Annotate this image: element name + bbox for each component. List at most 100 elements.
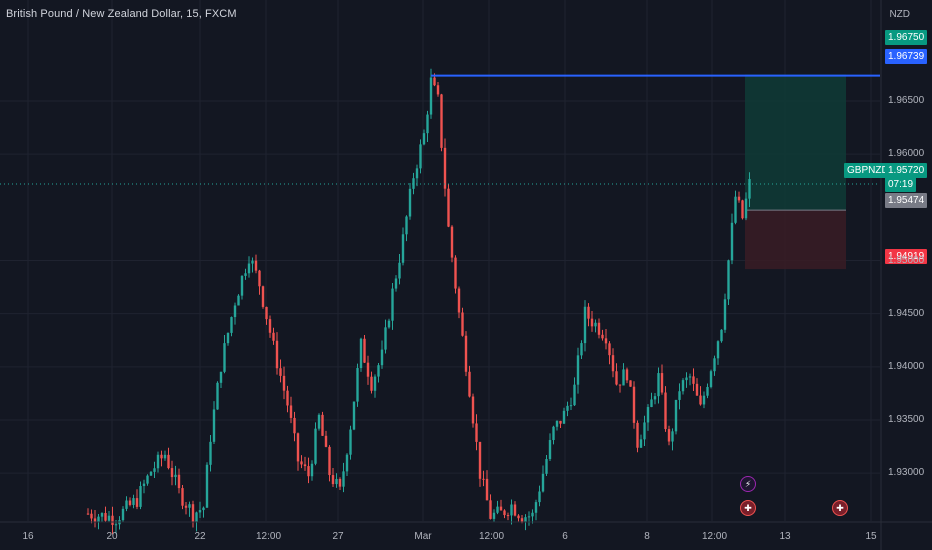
- candle-body: [625, 369, 629, 381]
- candle-body: [405, 216, 408, 235]
- candle-body: [167, 454, 170, 469]
- candle-body: [163, 454, 167, 459]
- candle-body: [331, 475, 335, 485]
- candle-body: [394, 278, 398, 289]
- price-chart[interactable]: [0, 0, 932, 550]
- candle-body: [345, 454, 349, 472]
- candle-body: [730, 222, 734, 261]
- candle-body: [538, 491, 541, 503]
- candle-body: [562, 410, 566, 424]
- candle-body: [265, 306, 268, 320]
- candle-body: [293, 417, 296, 434]
- candle-body: [720, 329, 723, 342]
- candle-body: [356, 368, 359, 402]
- candle-body: [527, 516, 531, 518]
- time-tick-label: 12:00: [479, 531, 505, 542]
- candle-body: [240, 275, 244, 296]
- time-tick-label: 8: [644, 531, 650, 542]
- candle-body: [464, 335, 468, 372]
- currency-label: NZD: [889, 9, 910, 20]
- candle-body: [426, 114, 429, 134]
- candle-body: [639, 439, 643, 448]
- candle-body: [632, 386, 636, 423]
- candle-body: [209, 441, 212, 465]
- candle-body: [622, 369, 625, 386]
- candle-body: [741, 200, 744, 219]
- candle-body: [387, 320, 391, 328]
- candle-body: [97, 516, 100, 522]
- stop-zone: [745, 210, 846, 270]
- candle-body: [723, 299, 727, 330]
- candle-body: [667, 429, 671, 442]
- candle-body: [391, 288, 394, 321]
- candle-body: [247, 263, 251, 274]
- candle-body: [380, 349, 384, 366]
- candle-body: [580, 343, 583, 356]
- candle-body: [706, 386, 709, 396]
- candle-body: [289, 405, 293, 418]
- time-tick-label: 22: [194, 531, 206, 542]
- candle-body: [604, 338, 608, 344]
- candle-body: [569, 405, 573, 407]
- candle-body: [716, 341, 720, 359]
- candle-body: [251, 260, 254, 264]
- candle-body: [174, 474, 177, 478]
- price-tick-label: 1.94500: [888, 307, 925, 319]
- candle-body: [702, 395, 706, 405]
- lightning-icon[interactable]: ⚡: [740, 476, 756, 492]
- candle-body: [139, 486, 142, 507]
- chart-title: British Pound / New Zealand Dollar, 15, …: [6, 8, 237, 20]
- time-tick-label: 16: [22, 531, 34, 542]
- candle-body: [583, 306, 587, 344]
- candle-body: [601, 334, 604, 339]
- candle-body: [254, 260, 258, 271]
- candle-body: [111, 515, 114, 525]
- candle-body: [324, 435, 328, 447]
- time-tick-label: 12:00: [256, 531, 282, 542]
- candle-body: [433, 77, 436, 86]
- candle-body: [461, 312, 464, 336]
- candle-body: [132, 498, 135, 505]
- candle-body: [482, 478, 485, 480]
- candle-body: [205, 464, 209, 508]
- candle-body: [212, 409, 216, 442]
- candle-body: [709, 371, 713, 387]
- candle-body: [107, 515, 111, 521]
- candle-body: [349, 429, 352, 455]
- candle-body: [699, 395, 702, 405]
- candle-body: [727, 260, 730, 300]
- price-tick-label: 1.95000: [888, 254, 925, 266]
- uk-flag-icon[interactable]: ✚: [740, 500, 756, 516]
- candle-body: [734, 196, 737, 223]
- candle-body: [590, 318, 594, 327]
- candle-body: [447, 188, 450, 227]
- countdown-tag: 07:19: [885, 177, 917, 192]
- candle-body: [541, 473, 545, 492]
- time-tick-label: 12:00: [702, 531, 728, 542]
- candle-body: [275, 340, 279, 369]
- candle-body: [492, 512, 496, 519]
- time-tick-label: Mar: [414, 531, 432, 542]
- candle-body: [377, 365, 380, 377]
- level-price-tag: 1.96739: [885, 49, 928, 64]
- candle-body: [114, 524, 118, 526]
- candle-body: [748, 179, 751, 199]
- candle-body: [737, 196, 741, 201]
- time-tick-label: 27: [332, 531, 344, 542]
- candle-body: [471, 396, 475, 424]
- candle-body: [506, 515, 510, 517]
- candle-body: [457, 288, 461, 313]
- candle-body: [485, 478, 489, 501]
- price-tick-label: 1.96500: [888, 95, 925, 106]
- candle-body: [489, 500, 492, 519]
- candle-body: [258, 270, 261, 287]
- candle-body: [587, 306, 590, 319]
- candle-body: [366, 362, 370, 377]
- candle-body: [636, 422, 639, 448]
- target-zone: [745, 74, 846, 211]
- uk-flag-icon[interactable]: ✚: [832, 500, 848, 516]
- candle-body: [160, 454, 163, 459]
- candle-body: [310, 463, 314, 477]
- candle-body: [443, 147, 447, 189]
- candle-body: [429, 77, 433, 115]
